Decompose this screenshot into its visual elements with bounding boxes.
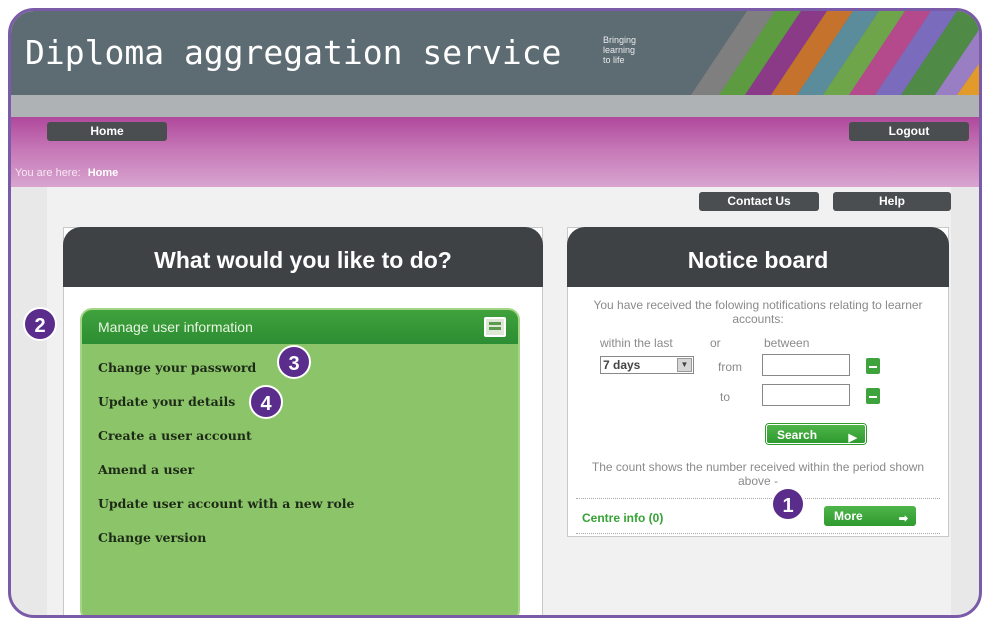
amend-user-link[interactable]: Amend a user	[98, 462, 355, 496]
actions-panel-title: What would you like to do?	[63, 227, 543, 287]
arrow-right-icon: ➡	[898, 513, 908, 525]
update-details-link[interactable]: Update your details	[98, 394, 355, 428]
more-button[interactable]: More ➡	[824, 506, 916, 526]
manage-user-header[interactable]: Manage user information	[82, 310, 518, 344]
to-date-input[interactable]	[762, 384, 850, 406]
divider	[576, 533, 940, 534]
search-button[interactable]: Search ▶	[766, 424, 866, 444]
main-content: Contact Us Help What would you like to d…	[47, 187, 951, 615]
grey-bar	[11, 95, 979, 117]
nav-band: Home Logout You are here: Home	[11, 117, 979, 187]
notice-board-title: Notice board	[567, 227, 949, 287]
breadcrumb-current[interactable]: Home	[88, 167, 119, 179]
or-label: or	[710, 336, 721, 350]
within-label: within the last	[600, 336, 673, 350]
stripes-logo	[691, 11, 979, 95]
app-title: Diploma aggregation service	[25, 33, 562, 72]
period-value: 7 days	[603, 358, 641, 372]
callout-badge: 4	[249, 385, 283, 419]
breadcrumb-prefix: You are here:	[15, 167, 81, 179]
centre-info-link[interactable]: Centre info (0)	[582, 511, 663, 525]
play-icon: ▶	[848, 432, 857, 444]
count-note: The count shows the number received with…	[591, 460, 925, 488]
more-button-label: More	[834, 509, 863, 523]
notice-board-panel: Notice board You have received the folow…	[567, 227, 949, 537]
contact-us-button[interactable]: Contact Us	[699, 192, 819, 211]
tagline-line: learning	[603, 45, 636, 55]
callout-badge: 2	[23, 307, 57, 341]
tagline: Bringing learning to life	[603, 35, 653, 65]
callout-badge: 1	[771, 487, 805, 521]
logout-button[interactable]: Logout	[849, 122, 969, 141]
actions-panel: What would you like to do? Manage user i…	[63, 227, 543, 615]
chevron-down-icon[interactable]: ▼	[677, 358, 692, 372]
callout-badge: 3	[277, 345, 311, 379]
from-date-input[interactable]	[762, 354, 850, 376]
to-label: to	[720, 390, 731, 404]
divider	[576, 498, 940, 499]
app-frame: Diploma aggregation service Bringing lea…	[8, 8, 982, 618]
manage-user-title: Manage user information	[98, 319, 253, 335]
breadcrumb: You are here: Home	[15, 167, 118, 179]
calendar-icon[interactable]	[866, 358, 880, 374]
home-tab[interactable]: Home	[47, 122, 167, 141]
update-user-role-link[interactable]: Update user account with a new role	[98, 496, 355, 530]
from-label: from	[718, 360, 742, 374]
action-links: Change your password Update your details…	[98, 360, 355, 564]
tagline-line: Bringing	[603, 35, 637, 45]
help-button[interactable]: Help	[833, 192, 951, 211]
period-select[interactable]: 7 days ▼	[600, 356, 694, 374]
create-user-account-link[interactable]: Create a user account	[98, 428, 355, 462]
change-password-link[interactable]: Change your password	[98, 360, 355, 394]
site-header: Diploma aggregation service Bringing lea…	[11, 11, 979, 95]
search-button-label: Search	[777, 428, 818, 442]
change-version-link[interactable]: Change version	[98, 530, 355, 564]
between-label: between	[764, 336, 810, 350]
notice-body: You have received the folowing notificat…	[568, 298, 948, 326]
window-icon[interactable]	[484, 317, 506, 337]
notice-intro: You have received the folowing notificat…	[593, 298, 923, 326]
calendar-icon[interactable]	[866, 388, 880, 404]
tagline-line: to life	[603, 55, 625, 65]
